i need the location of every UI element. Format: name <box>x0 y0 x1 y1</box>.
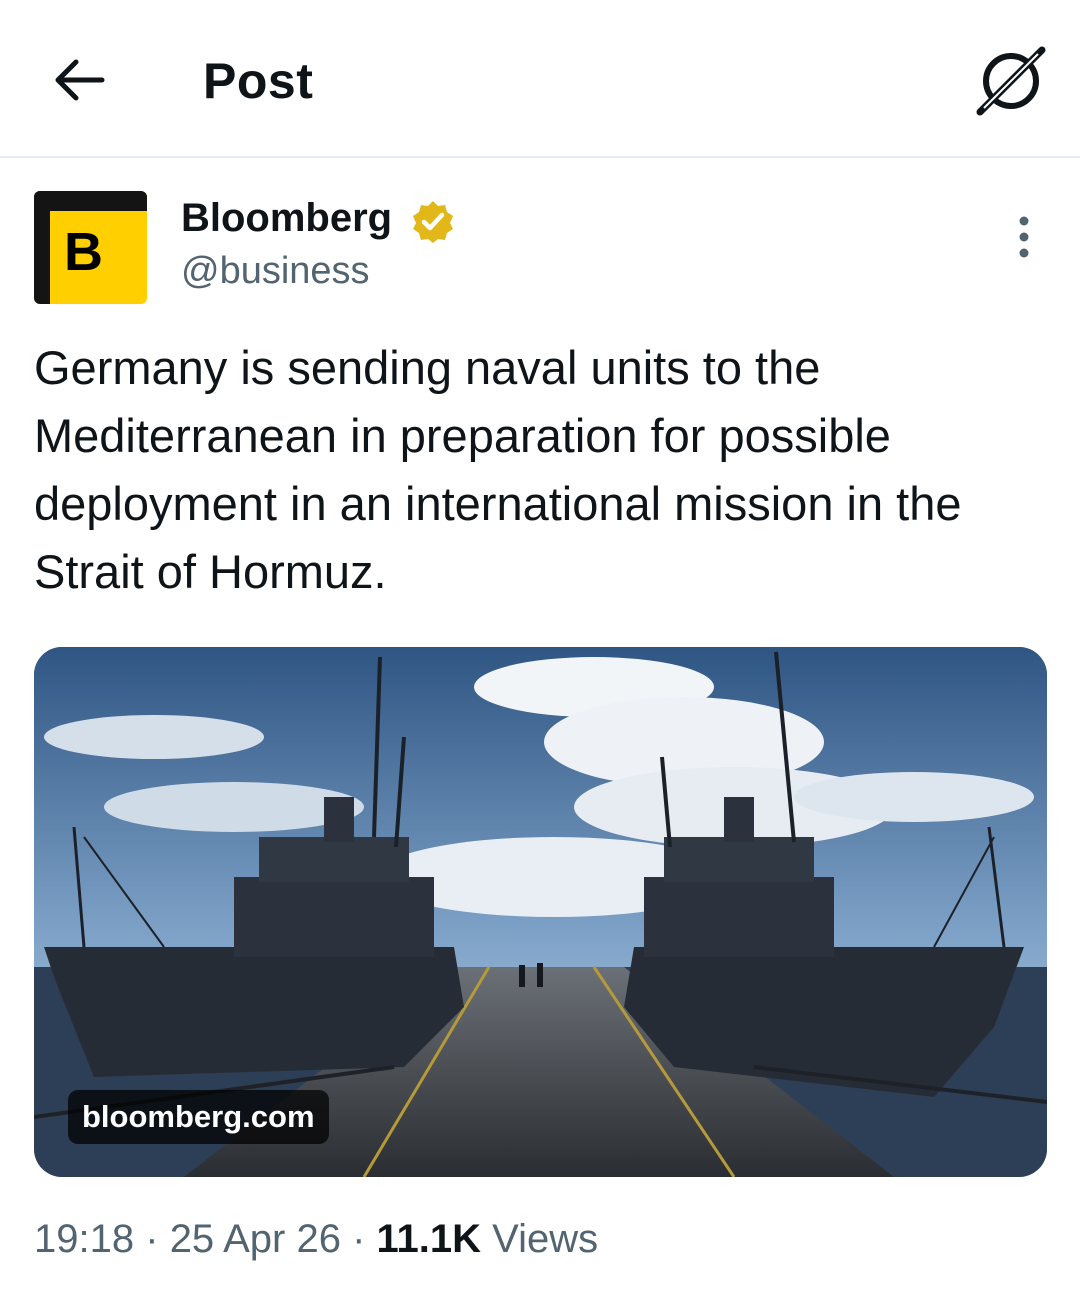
author-handle[interactable]: @business <box>181 250 370 293</box>
author-name[interactable]: Bloomberg <box>181 196 392 241</box>
more-options-button[interactable] <box>1004 212 1044 262</box>
avatar-band-left <box>34 191 50 304</box>
back-arrow-icon <box>55 59 105 101</box>
top-bar: Post <box>0 0 1080 158</box>
meta-separator: · <box>352 1217 366 1261</box>
grok-button[interactable] <box>970 40 1052 122</box>
tweet-meta: 19:18 · 25 Apr 26 · 11.1K Views <box>34 1217 598 1262</box>
post-date[interactable]: 25 Apr 26 <box>170 1217 341 1261</box>
link-domain-label[interactable]: bloomberg.com <box>68 1090 329 1144</box>
post-time[interactable]: 19:18 <box>34 1217 134 1261</box>
more-vertical-icon <box>1019 216 1029 258</box>
grok-icon <box>976 46 1046 116</box>
meta-separator: · <box>145 1217 159 1261</box>
avatar[interactable]: B <box>34 191 147 304</box>
views-label: Views <box>492 1217 599 1261</box>
avatar-letter: B <box>64 222 103 282</box>
back-button[interactable] <box>44 44 116 116</box>
page-title: Post <box>203 53 314 109</box>
avatar-band-top <box>34 191 147 211</box>
views-count[interactable]: 11.1K <box>377 1217 482 1261</box>
tweet-text: Germany is sending naval units to the Me… <box>34 341 962 598</box>
verified-badge-icon[interactable] <box>410 198 456 244</box>
